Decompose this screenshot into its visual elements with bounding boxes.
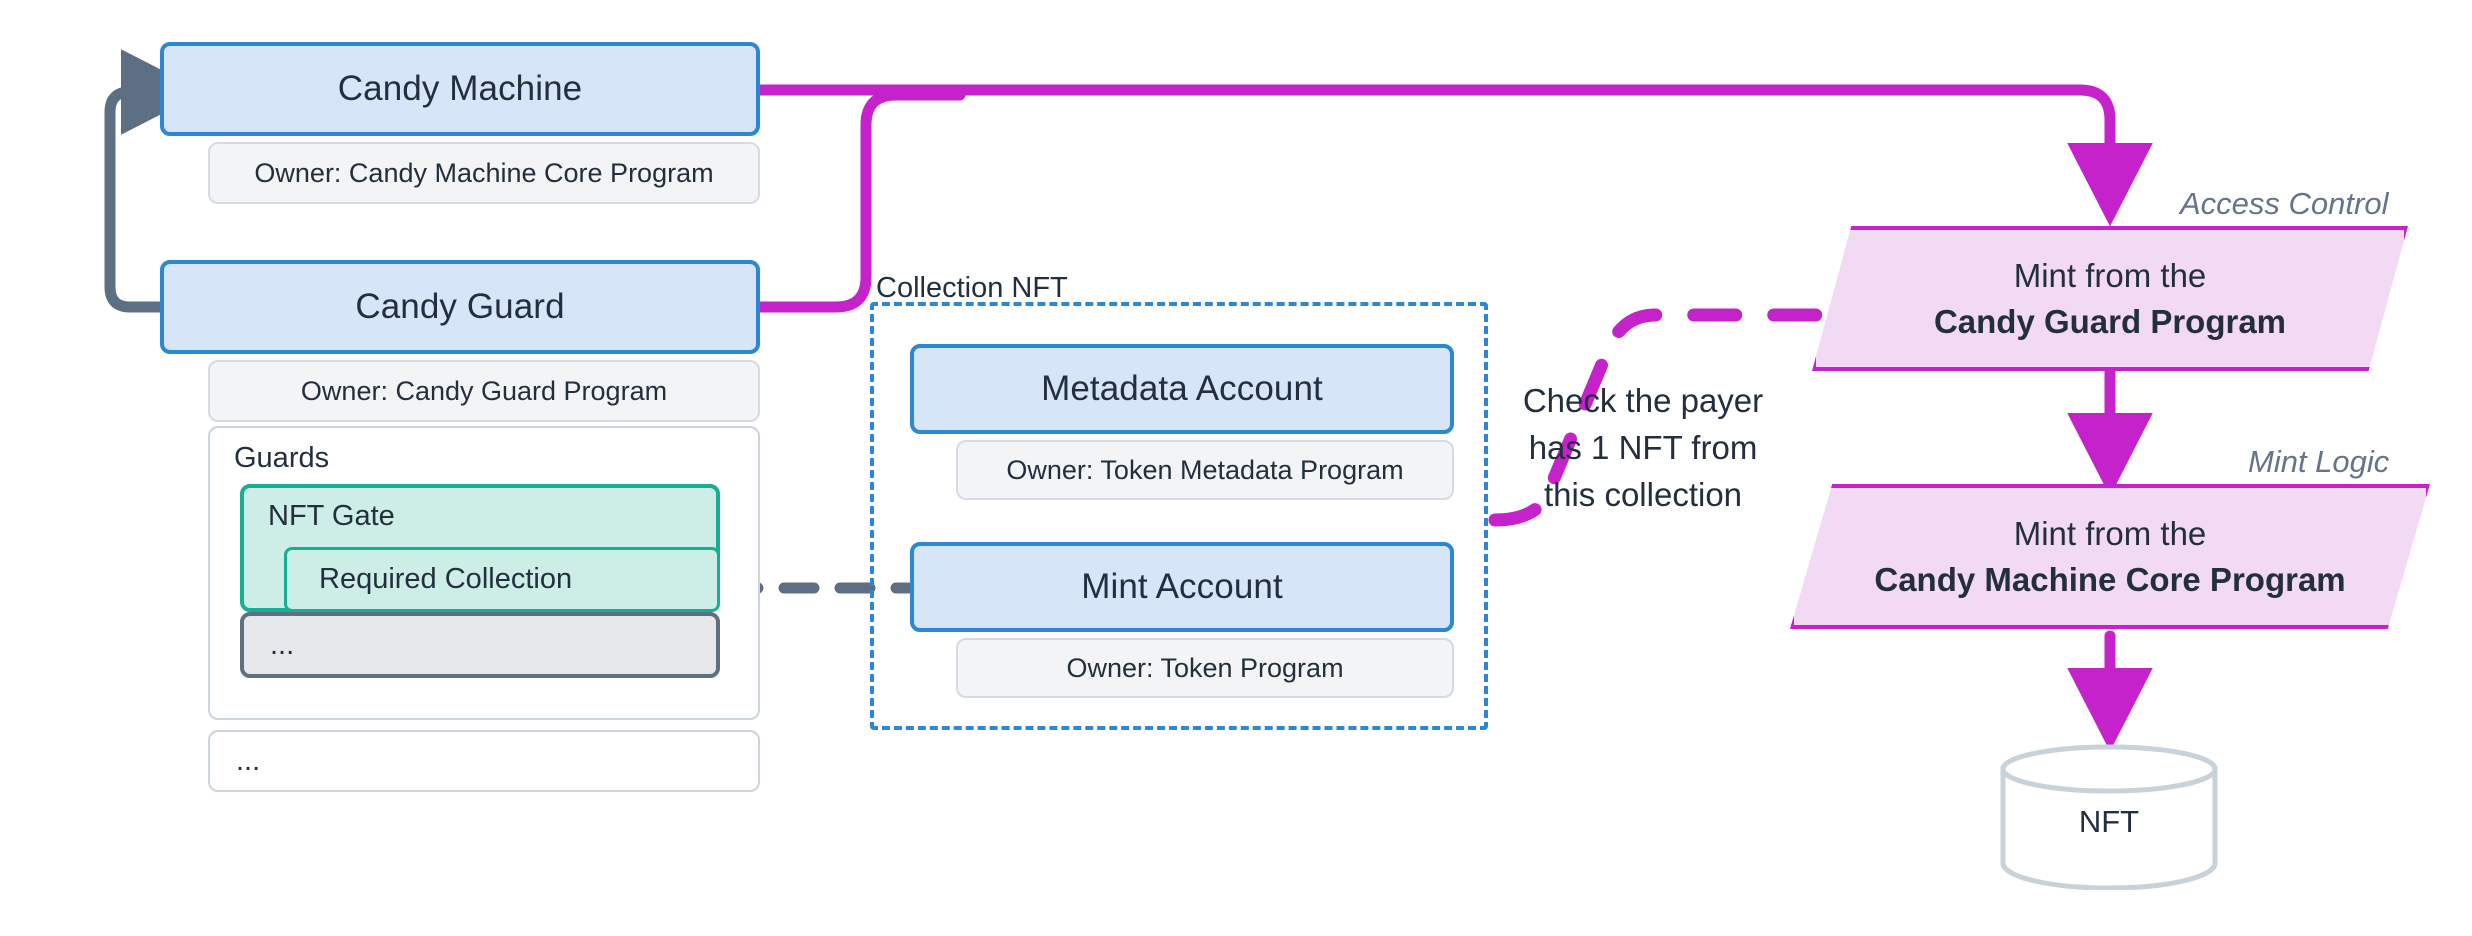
- candy-machine-title: Candy Machine: [337, 69, 583, 108]
- candy-machine-owner-box: Owner: Candy Machine Core Program: [208, 142, 760, 204]
- access-control-side-label-text: Access Control: [2180, 186, 2389, 221]
- candy-guard-more-box[interactable]: ...: [208, 730, 760, 792]
- access-control-process[interactable]: Mint from the Candy Guard Program: [1812, 226, 2408, 371]
- candy-guard-box[interactable]: Candy Guard: [160, 260, 760, 354]
- mint-account-owner-box: Owner: Token Program: [956, 638, 1454, 698]
- check-payer-note-text: Check the payer has 1 NFT from this coll…: [1522, 382, 1764, 513]
- check-payer-note: Check the payer has 1 NFT from this coll…: [1508, 330, 1778, 518]
- mint-logic-side-label: Mint Logic: [2248, 444, 2389, 480]
- connector-machine-to-access-control: [754, 84, 2153, 227]
- mint-account-title: Mint Account: [1081, 567, 1283, 606]
- access-control-line2: Candy Guard Program: [1933, 302, 2287, 340]
- guards-panel-label: Guards: [234, 442, 329, 475]
- nft-output-label: NFT: [1998, 804, 2220, 840]
- collection-nft-label-text: Collection NFT: [876, 272, 1068, 304]
- required-collection-item[interactable]: Required Collection: [284, 547, 720, 612]
- required-collection-label: Required Collection: [319, 563, 573, 595]
- mint-account-owner-label: Owner: Token Program: [1066, 652, 1344, 683]
- metadata-account-owner-label: Owner: Token Metadata Program: [1006, 454, 1404, 485]
- metadata-account-box[interactable]: Metadata Account: [910, 344, 1454, 434]
- mint-account-box[interactable]: Mint Account: [910, 542, 1454, 632]
- candy-guard-title: Candy Guard: [355, 287, 565, 326]
- diagram-canvas: Candy Machine Owner: Candy Machine Core …: [0, 0, 2472, 936]
- access-control-side-label: Access Control: [2180, 186, 2388, 222]
- mint-logic-line2: Candy Machine Core Program: [1874, 560, 2346, 598]
- mint-logic-side-label-text: Mint Logic: [2248, 444, 2390, 479]
- nft-output-cylinder[interactable]: NFT: [1998, 742, 2220, 891]
- guards-more-box[interactable]: ...: [240, 612, 720, 678]
- mint-logic-process[interactable]: Mint from the Candy Machine Core Program: [1790, 484, 2430, 629]
- nft-gate-label-text: NFT Gate: [268, 500, 395, 532]
- metadata-account-title: Metadata Account: [1041, 369, 1323, 408]
- mint-logic-line1: Mint from the: [2013, 514, 2207, 552]
- nft-gate-label: NFT Gate: [268, 500, 395, 533]
- candy-guard-owner-label: Owner: Candy Guard Program: [300, 375, 668, 406]
- candy-machine-owner-label: Owner: Candy Machine Core Program: [254, 157, 714, 188]
- collection-nft-label: Collection NFT: [876, 272, 1068, 305]
- candy-guard-more-label: ...: [236, 744, 261, 777]
- nft-output-label-text: NFT: [2078, 804, 2140, 839]
- candy-guard-owner-box: Owner: Candy Guard Program: [208, 360, 760, 422]
- guards-label-text: Guards: [234, 442, 330, 474]
- candy-machine-box[interactable]: Candy Machine: [160, 42, 760, 136]
- access-control-line1: Mint from the: [2013, 256, 2207, 294]
- metadata-account-owner-box: Owner: Token Metadata Program: [956, 440, 1454, 500]
- guards-more-label: ...: [270, 628, 295, 661]
